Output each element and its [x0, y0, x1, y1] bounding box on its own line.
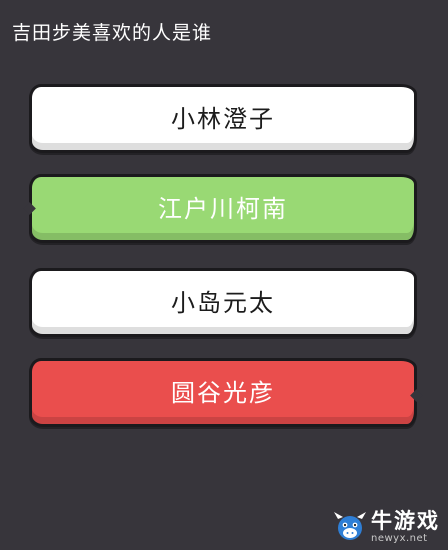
answer-option-4-wrong[interactable]: 圆谷光彦 [29, 358, 423, 427]
answer-option-label: 江户川柯南 [158, 195, 288, 223]
border-notch [23, 202, 36, 215]
watermark-url: newyx.net [371, 533, 428, 544]
answer-option-3[interactable]: 小岛元太 [29, 268, 417, 337]
watermark-name: 牛游戏 [371, 509, 440, 533]
answer-option-label: 小林澄子 [171, 105, 275, 133]
bull-mascot-icon [334, 511, 366, 540]
answer-option-label: 小岛元太 [171, 289, 275, 317]
question-text: 吉田步美喜欢的人是谁 [12, 22, 213, 44]
answer-option-label: 圆谷光彦 [171, 379, 275, 407]
answer-option-1[interactable]: 小林澄子 [29, 84, 417, 153]
watermark: 牛游戏 newyx.net [333, 509, 440, 544]
border-notch [410, 389, 423, 402]
answer-option-2-correct[interactable]: 江户川柯南 [23, 174, 417, 243]
